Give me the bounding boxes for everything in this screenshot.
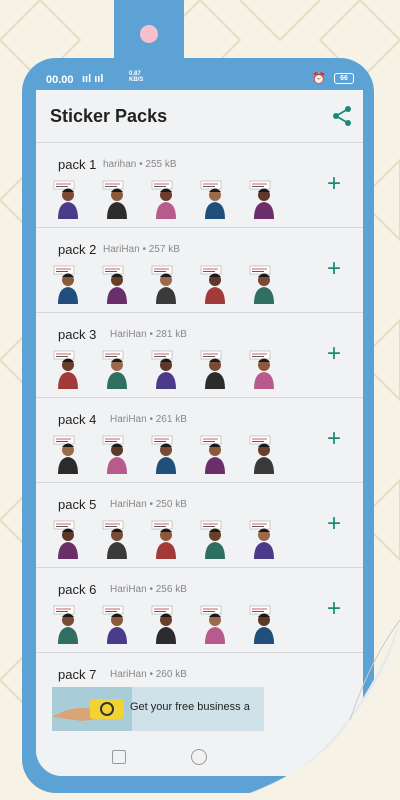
sticker-thumbnail[interactable] — [101, 604, 133, 644]
sticker-thumbnail[interactable] — [101, 349, 133, 389]
pack-name: pack 2 — [58, 242, 97, 257]
sticker-thumbnail[interactable] — [199, 519, 231, 559]
camera-dot — [140, 25, 158, 43]
pack-meta: HariHan • 260 kB — [110, 669, 187, 680]
sticker-thumbnail[interactable] — [101, 179, 133, 219]
sticker-thumbnails — [52, 264, 302, 304]
sticker-thumbnail[interactable] — [52, 179, 84, 219]
sticker-thumbnail[interactable] — [52, 604, 84, 644]
pack-meta: harihan • 255 kB — [103, 159, 177, 170]
sticker-thumbnail[interactable] — [248, 434, 280, 474]
sticker-pack-row[interactable]: pack 3 HariHan • 281 kB + — [36, 312, 363, 397]
sticker-thumbnail[interactable] — [150, 264, 182, 304]
add-pack-button[interactable]: + — [323, 172, 345, 196]
page-title: Sticker Packs — [50, 106, 168, 126]
alarm-icon: ⏰ — [312, 73, 326, 85]
sticker-thumbnail[interactable] — [101, 519, 133, 559]
pack-name: pack 5 — [58, 497, 97, 512]
sticker-thumbnail[interactable] — [52, 349, 84, 389]
sticker-thumbnail[interactable] — [199, 604, 231, 644]
sticker-thumbnail[interactable] — [150, 179, 182, 219]
status-time: 00.00 — [46, 74, 74, 86]
battery-level: 66 — [340, 75, 348, 82]
ad-card-image — [52, 687, 132, 731]
pack-name: pack 4 — [58, 412, 97, 427]
pack-name: pack 7 — [58, 667, 97, 682]
sticker-thumbnail[interactable] — [199, 264, 231, 304]
sticker-pack-row[interactable]: pack 1 harihan • 255 kB + — [36, 142, 363, 227]
pack-meta: HariHan • 256 kB — [110, 584, 187, 595]
add-pack-button[interactable]: + — [323, 597, 345, 621]
status-bar: 00.00 ııl ııl 0.87 KB/S ⏰ 66 — [46, 71, 358, 87]
pack-meta: HariHan • 281 kB — [110, 329, 187, 340]
page-curl-decoration — [230, 620, 400, 800]
sticker-thumbnail[interactable] — [52, 434, 84, 474]
sticker-thumbnail[interactable] — [248, 264, 280, 304]
pack-meta: HariHan • 250 kB — [110, 499, 187, 510]
sticker-thumbnail[interactable] — [52, 519, 84, 559]
sticker-thumbnails — [52, 519, 302, 559]
network-speed: 0.87 KB/S — [129, 71, 143, 83]
pack-meta: HariHan • 257 kB — [103, 244, 180, 255]
pack-name: pack 1 — [58, 157, 97, 172]
add-pack-button[interactable]: + — [323, 427, 345, 451]
sticker-thumbnail[interactable] — [199, 179, 231, 219]
pack-name: pack 6 — [58, 582, 97, 597]
sticker-thumbnails — [52, 179, 302, 219]
sticker-thumbnail[interactable] — [150, 604, 182, 644]
sticker-thumbnail[interactable] — [150, 434, 182, 474]
pack-name: pack 3 — [58, 327, 97, 342]
sticker-thumbnail[interactable] — [150, 349, 182, 389]
sticker-thumbnail[interactable] — [248, 349, 280, 389]
app-bar: Sticker Packs — [36, 90, 363, 142]
sticker-thumbnail[interactable] — [52, 264, 84, 304]
home-button[interactable] — [191, 749, 207, 765]
share-icon[interactable] — [331, 105, 353, 127]
signal-icon: ııl ııl — [82, 73, 104, 85]
sticker-pack-row[interactable]: pack 2 HariHan • 257 kB + — [36, 227, 363, 312]
network-speed-unit: KB/S — [129, 77, 144, 83]
sticker-thumbnails — [52, 349, 302, 389]
sticker-pack-row[interactable]: pack 5 HariHan • 250 kB + — [36, 482, 363, 567]
sticker-thumbnail[interactable] — [199, 349, 231, 389]
add-pack-button[interactable]: + — [323, 257, 345, 281]
sticker-thumbnail[interactable] — [199, 434, 231, 474]
sticker-thumbnail[interactable] — [101, 434, 133, 474]
sticker-pack-row[interactable]: pack 4 HariHan • 261 kB + — [36, 397, 363, 482]
add-pack-button[interactable]: + — [323, 512, 345, 536]
add-pack-button[interactable]: + — [323, 342, 345, 366]
recents-button[interactable] — [112, 750, 126, 764]
pack-meta: HariHan • 261 kB — [110, 414, 187, 425]
sticker-thumbnail[interactable] — [248, 519, 280, 559]
sticker-thumbnails — [52, 434, 302, 474]
sticker-thumbnail[interactable] — [248, 179, 280, 219]
sticker-thumbnail[interactable] — [101, 264, 133, 304]
sticker-thumbnail[interactable] — [150, 519, 182, 559]
battery-icon: 66 — [334, 73, 354, 84]
